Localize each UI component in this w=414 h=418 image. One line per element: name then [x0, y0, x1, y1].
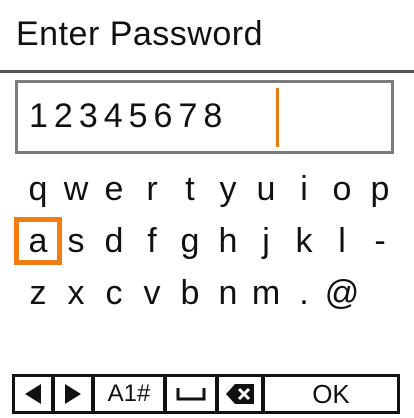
- key-e[interactable]: e: [95, 165, 133, 213]
- key-f[interactable]: f: [133, 217, 171, 265]
- text-cursor: [276, 88, 279, 147]
- arrow-right-icon: [63, 383, 83, 405]
- ok-button[interactable]: OK: [262, 374, 400, 414]
- arrow-left-icon: [23, 383, 43, 405]
- key-k[interactable]: k: [285, 217, 323, 265]
- space-icon: [176, 386, 206, 402]
- key-w[interactable]: w: [57, 165, 95, 213]
- password-value: 12345678: [29, 97, 229, 135]
- key-q[interactable]: q: [19, 165, 57, 213]
- space-button[interactable]: [164, 374, 218, 414]
- key-i[interactable]: i: [285, 165, 323, 213]
- key-at[interactable]: @: [323, 269, 361, 317]
- key-u[interactable]: u: [247, 165, 285, 213]
- key-n[interactable]: n: [209, 269, 247, 317]
- key-hyphen[interactable]: -: [361, 217, 399, 265]
- key-p[interactable]: p: [361, 165, 399, 213]
- key-j[interactable]: j: [247, 217, 285, 265]
- page-title: Enter Password: [16, 15, 263, 53]
- key-o[interactable]: o: [323, 165, 361, 213]
- key-r[interactable]: r: [133, 165, 171, 213]
- keyboard-row-1: q w e r t y u i o p: [19, 165, 399, 217]
- cursor-left-button[interactable]: [12, 374, 54, 414]
- keyboard-row-2: a s d f g h j k l -: [14, 217, 399, 269]
- key-h[interactable]: h: [209, 217, 247, 265]
- toolbar: A1# OK: [0, 374, 414, 414]
- key-d[interactable]: d: [95, 217, 133, 265]
- key-a-selected[interactable]: a: [14, 217, 62, 265]
- on-screen-keyboard: q w e r t y u i o p a s d f g h j k l - …: [14, 165, 399, 321]
- keyboard-row-3: z x c v b n m . @: [19, 269, 399, 321]
- title-divider: [0, 70, 414, 73]
- cursor-right-button[interactable]: [52, 374, 94, 414]
- key-g[interactable]: g: [171, 217, 209, 265]
- key-s[interactable]: s: [57, 217, 95, 265]
- delete-button[interactable]: [216, 374, 264, 414]
- backspace-icon: [225, 382, 255, 406]
- key-y[interactable]: y: [209, 165, 247, 213]
- key-v[interactable]: v: [133, 269, 171, 317]
- input-mode-button[interactable]: A1#: [92, 374, 166, 414]
- key-z[interactable]: z: [19, 269, 57, 317]
- key-t[interactable]: t: [171, 165, 209, 213]
- key-m[interactable]: m: [247, 269, 285, 317]
- key-x[interactable]: x: [57, 269, 95, 317]
- key-period[interactable]: .: [285, 269, 323, 317]
- key-c[interactable]: c: [95, 269, 133, 317]
- key-b[interactable]: b: [171, 269, 209, 317]
- password-input[interactable]: 12345678: [15, 80, 394, 154]
- key-l[interactable]: l: [323, 217, 361, 265]
